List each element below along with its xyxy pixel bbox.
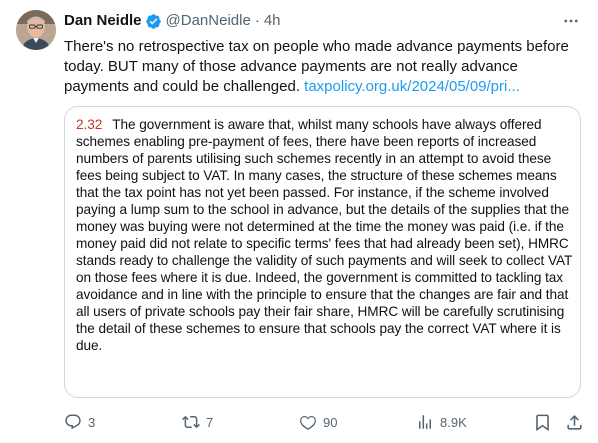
author-handle[interactable]: @DanNeidle bbox=[166, 11, 251, 31]
retweet-button[interactable]: 7 bbox=[182, 413, 213, 431]
action-bar: 3 7 90 8.9K bbox=[64, 410, 584, 434]
share-button[interactable] bbox=[565, 413, 584, 432]
tweet-link[interactable]: taxpolicy.org.uk/2024/05/09/pri... bbox=[304, 78, 520, 95]
avatar-photo bbox=[16, 10, 56, 50]
more-options-icon[interactable] bbox=[560, 12, 582, 30]
bookmark-icon bbox=[536, 414, 549, 431]
paragraph-number: 2.32 bbox=[76, 117, 103, 132]
tweet: Dan Neidle @DanNeidle · 4h There's no re… bbox=[0, 0, 598, 443]
avatar[interactable] bbox=[16, 10, 56, 50]
like-count: 90 bbox=[323, 414, 338, 430]
like-button[interactable]: 90 bbox=[299, 413, 337, 431]
media-card[interactable]: 2.32 The government is aware that, whilst… bbox=[64, 106, 581, 398]
reply-icon bbox=[65, 414, 81, 430]
document-excerpt: 2.32 The government is aware that, whilst… bbox=[76, 116, 572, 354]
tweet-timestamp[interactable]: 4h bbox=[264, 11, 281, 31]
tweet-text: There's no retrospective tax on people w… bbox=[64, 37, 584, 97]
reply-button[interactable]: 3 bbox=[64, 413, 95, 431]
heart-icon bbox=[300, 415, 316, 430]
verified-badge-icon[interactable] bbox=[145, 13, 162, 30]
paragraph-text: The government is aware that, whilst man… bbox=[76, 117, 573, 353]
views-bar-chart-icon bbox=[419, 415, 431, 429]
views-button[interactable]: 8.9K bbox=[416, 413, 467, 431]
bookmark-button[interactable] bbox=[533, 413, 552, 432]
tweet-header: Dan Neidle @DanNeidle · 4h bbox=[64, 10, 584, 32]
share-icon bbox=[567, 414, 582, 430]
retweet-count: 7 bbox=[206, 414, 214, 430]
author-display-name[interactable]: Dan Neidle bbox=[64, 11, 142, 31]
reply-count: 3 bbox=[88, 414, 96, 430]
separator-dot: · bbox=[254, 12, 260, 29]
tweet-content: Dan Neidle @DanNeidle · 4h There's no re… bbox=[64, 10, 584, 97]
retweet-icon bbox=[182, 415, 200, 429]
views-count: 8.9K bbox=[440, 414, 467, 430]
